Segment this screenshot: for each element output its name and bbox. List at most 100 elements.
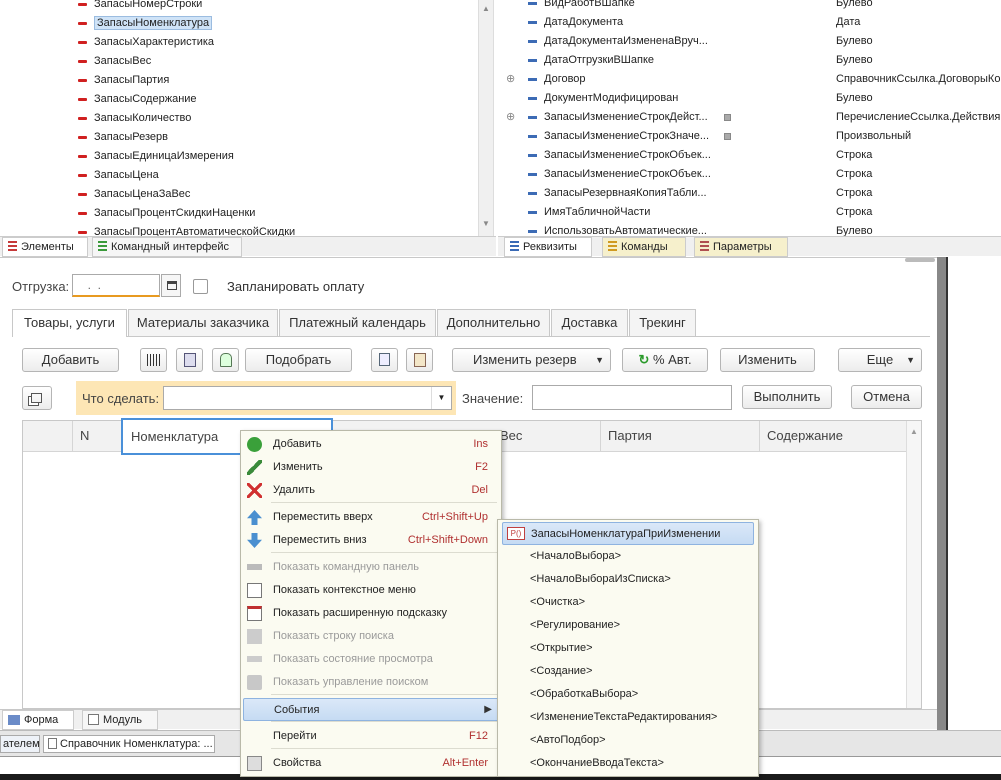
what-to-do-select[interactable]: ▼	[163, 386, 452, 410]
event-item[interactable]: <НачалоВыбора>	[502, 545, 754, 568]
table-scrollbar[interactable]: ▲	[906, 421, 921, 708]
change-button[interactable]: Изменить	[720, 348, 815, 372]
event-item[interactable]: <Создание>	[502, 660, 754, 683]
shipment-date-field[interactable]: . .	[72, 274, 160, 297]
menu-item[interactable]: Свойства Alt+Enter	[243, 752, 499, 775]
dropdown-arrow-icon: ▼	[906, 355, 915, 365]
attribute-row[interactable]: ДокументМодифицирован	[528, 89, 678, 108]
taskbar-item-user[interactable]: ателем...	[0, 735, 40, 753]
tree-item[interactable]: ЗапасыЦенаЗаВес	[78, 185, 190, 204]
copy-button[interactable]	[371, 348, 398, 372]
cancel-button[interactable]: Отмена	[851, 385, 922, 409]
tree-item[interactable]: ЗапасыПартия	[78, 71, 169, 90]
tree-item[interactable]: ЗапасыНоменклатура	[78, 14, 213, 33]
tab-command-interface[interactable]: Командный интерфейс	[92, 237, 242, 257]
tab-delivery[interactable]: Доставка	[551, 309, 628, 336]
menu-item[interactable]: Переместить вверх Ctrl+Shift+Up	[243, 506, 499, 529]
tab-form[interactable]: Форма	[2, 710, 74, 730]
calendar-button[interactable]	[161, 274, 181, 297]
event-item[interactable]: <АвтоПодбор>	[502, 729, 754, 752]
menu-item[interactable]: Показать контекстное меню	[243, 579, 499, 602]
event-item[interactable]: <Регулирование>	[502, 614, 754, 637]
attribute-row[interactable]: ВидРаботВШапке	[528, 0, 635, 13]
attribute-row[interactable]: ЗапасыИзменениеСтрокОбъек...	[528, 146, 711, 165]
attribute-row[interactable]: ЗапасыИзменениеСтрокЗначе...	[528, 127, 709, 146]
tab-commands[interactable]: Команды	[602, 237, 686, 257]
tree-item[interactable]: ЗапасыХарактеристика	[78, 33, 214, 52]
tree-item[interactable]: ЗапасыПроцентАвтоматическойСкидки	[78, 223, 295, 236]
attribute-row[interactable]: ИмяТабличнойЧасти	[528, 203, 650, 222]
column-header-weight[interactable]: Вес	[500, 428, 522, 443]
event-item[interactable]: <НачалоВыбораИзСписка>	[502, 568, 754, 591]
menu-item[interactable]: Показать командную панель	[243, 556, 499, 579]
execute-button[interactable]: Выполнить	[742, 385, 832, 409]
tree-item[interactable]: ЗапасыРезерв	[78, 128, 168, 147]
menu-item[interactable]: Переместить вниз Ctrl+Shift+Down	[243, 529, 499, 552]
tab-attributes[interactable]: Реквизиты	[504, 237, 592, 257]
tree-item[interactable]: ЗапасыКоличество	[78, 109, 191, 128]
event-item[interactable]: <Открытие>	[502, 637, 754, 660]
tab-parameters[interactable]: Параметры	[694, 237, 788, 257]
event-item[interactable]: <Очистка>	[502, 591, 754, 614]
show-all-button[interactable]	[22, 386, 52, 410]
expand-icon[interactable]: ⊕	[506, 108, 515, 127]
tab-goods-services[interactable]: Товары, услуги	[12, 309, 127, 337]
attribute-row[interactable]: ИспользоватьАвтоматические...	[528, 222, 707, 236]
menu-item[interactable]: Показать состояние просмотра	[243, 648, 499, 671]
column-header-batch[interactable]: Партия	[608, 428, 652, 443]
plan-payment-checkbox[interactable]	[193, 279, 208, 294]
scan-button[interactable]	[176, 348, 203, 372]
menu-separator	[271, 502, 497, 503]
event-item[interactable]: <ИзменениеТекстаРедактирования>	[502, 706, 754, 729]
more-button[interactable]: Еще ▼	[838, 348, 922, 372]
field-icon	[78, 59, 87, 63]
stamp-button[interactable]	[212, 348, 239, 372]
column-header-n[interactable]: N	[80, 428, 89, 443]
tab-module[interactable]: Модуль	[82, 710, 158, 730]
menu-item[interactable]: Изменить F2	[243, 456, 499, 479]
tab-additional[interactable]: Дополнительно	[437, 309, 550, 336]
attribute-icon	[528, 58, 537, 62]
tree-item[interactable]: ЗапасыЦена	[78, 166, 159, 185]
menu-item[interactable]: Перейти F12	[243, 725, 499, 748]
event-item[interactable]: <ОкончаниеВводаТекста>	[502, 752, 754, 775]
tree-item[interactable]: ЗапасыСодержание	[78, 90, 197, 109]
value-input[interactable]	[532, 385, 732, 410]
attribute-row[interactable]: ДатаДокумента	[528, 13, 623, 32]
pick-button[interactable]: Подобрать	[245, 348, 352, 372]
menu-item[interactable]: Удалить Del	[243, 479, 499, 502]
tab-tracking[interactable]: Трекинг	[629, 309, 696, 336]
menu-item-events[interactable]: События ▶	[243, 698, 499, 721]
menu-item[interactable]: Добавить Ins	[243, 433, 499, 456]
paste-button[interactable]	[406, 348, 433, 372]
resize-handle[interactable]	[905, 258, 935, 262]
menu-item[interactable]: Показать управление поиском	[243, 671, 499, 694]
menu-item[interactable]: Показать строку поиска	[243, 625, 499, 648]
tree-item[interactable]: ЗапасыПроцентСкидкиНаценки	[78, 204, 255, 223]
tab-customer-materials[interactable]: Материалы заказчика	[128, 309, 278, 336]
tree-item[interactable]: ЗапасыВес	[78, 52, 151, 71]
barcode-button[interactable]	[140, 348, 167, 372]
column-header-content[interactable]: Содержание	[767, 428, 843, 443]
attribute-row[interactable]: ДатаДокументаИзмененаВруч...	[528, 32, 708, 51]
add-button[interactable]: Добавить	[22, 348, 119, 372]
auto-percent-button[interactable]: ↻ % Авт.	[622, 348, 708, 372]
taskbar-item-nomenclature[interactable]: Справочник Номенклатура: ...	[43, 735, 215, 753]
change-reserve-button[interactable]: Изменить резерв ▼	[452, 348, 611, 372]
attribute-row[interactable]: Договор	[528, 70, 586, 89]
attribute-row[interactable]: ЗапасыРезервнаяКопияТабли...	[528, 184, 707, 203]
expand-icon[interactable]: ⊕	[506, 70, 515, 89]
elements-tree-scrollbar[interactable]: ▲ ▼	[478, 0, 493, 236]
attribute-row[interactable]: ДатаОтгрузкиВШапке	[528, 51, 654, 70]
tree-item[interactable]: ЗапасыНомерСтроки	[78, 0, 202, 14]
tree-item[interactable]: ЗапасыЕдиницаИзмерения	[78, 147, 234, 166]
event-item[interactable]: <ОбработкаВыбора>	[502, 683, 754, 706]
attribute-row[interactable]: ЗапасыИзменениеСтрокДейст...	[528, 108, 708, 127]
command-panel-icon	[247, 564, 262, 570]
tab-elements[interactable]: Элементы	[2, 237, 88, 257]
right-panel-tabs: Реквизиты Команды Параметры	[498, 236, 1001, 257]
event-item[interactable]: P() ЗапасыНоменклатураПриИзменении	[502, 522, 754, 545]
attribute-row[interactable]: ЗапасыИзменениеСтрокОбъек...	[528, 165, 711, 184]
menu-item[interactable]: Показать расширенную подсказку	[243, 602, 499, 625]
tab-payment-calendar[interactable]: Платежный календарь	[279, 309, 436, 336]
